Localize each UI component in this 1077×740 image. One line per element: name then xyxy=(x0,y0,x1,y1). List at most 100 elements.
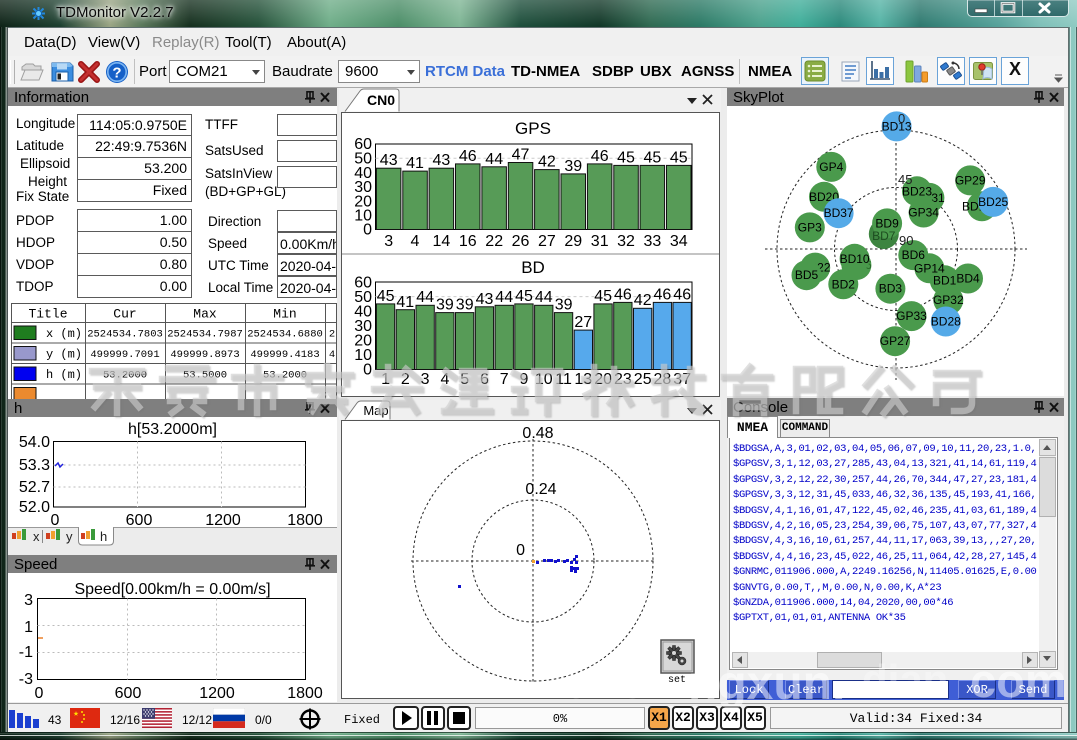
svg-text:34: 34 xyxy=(670,233,688,250)
svg-text:2524534.7803: 2524534.7803 xyxy=(87,329,163,341)
svg-text:1: 1 xyxy=(24,619,33,636)
svg-text:11: 11 xyxy=(555,371,572,388)
svg-text:0: 0 xyxy=(898,111,905,126)
svg-text:0: 0 xyxy=(363,362,372,379)
svg-text:43: 43 xyxy=(476,291,494,308)
svg-text:BD5: BD5 xyxy=(795,268,819,282)
svg-text:x (m): x (m) xyxy=(46,327,82,341)
svg-text:GP29: GP29 xyxy=(955,173,986,187)
svg-text:BD25: BD25 xyxy=(978,195,1008,209)
svg-text:39: 39 xyxy=(456,297,474,314)
svg-text:0: 0 xyxy=(35,685,44,702)
svg-text:53.3: 53.3 xyxy=(19,457,50,474)
svg-text:29: 29 xyxy=(564,233,582,250)
svg-text:41: 41 xyxy=(396,294,414,311)
svg-text:BD37: BD37 xyxy=(824,206,854,220)
svg-text:GP32: GP32 xyxy=(933,293,964,307)
svg-text:1800: 1800 xyxy=(287,685,323,702)
svg-text:-3: -3 xyxy=(19,671,33,688)
svg-text:45: 45 xyxy=(594,288,612,305)
svg-text:53.2000: 53.2000 xyxy=(263,370,307,382)
svg-text:4: 4 xyxy=(411,233,420,250)
svg-text:46: 46 xyxy=(654,287,672,304)
svg-text:y (m): y (m) xyxy=(46,348,82,362)
svg-text:46: 46 xyxy=(459,148,477,165)
svg-text:Max: Max xyxy=(193,307,217,322)
svg-text:1200: 1200 xyxy=(205,512,241,527)
svg-text:BD: BD xyxy=(521,258,545,277)
svg-text:GP33: GP33 xyxy=(896,309,927,323)
svg-text:Cur: Cur xyxy=(113,307,136,322)
svg-text:set: set xyxy=(668,675,686,686)
svg-text:3: 3 xyxy=(24,592,33,609)
svg-text:46: 46 xyxy=(673,287,691,304)
svg-text:BD4: BD4 xyxy=(956,272,980,286)
svg-text:h (m): h (m) xyxy=(46,368,82,382)
svg-text:42: 42 xyxy=(634,292,652,309)
svg-text:BD1: BD1 xyxy=(933,273,957,287)
svg-text:27: 27 xyxy=(538,233,556,250)
svg-text:44: 44 xyxy=(416,289,434,306)
svg-text:GP34: GP34 xyxy=(908,206,939,220)
svg-text:14: 14 xyxy=(433,233,451,250)
svg-text:1: 1 xyxy=(381,371,390,388)
svg-text:0: 0 xyxy=(363,222,372,239)
svg-text:?: ? xyxy=(112,65,121,82)
svg-text:4: 4 xyxy=(329,349,335,361)
svg-text:Map: Map xyxy=(363,403,388,418)
svg-text:2524534.7987: 2524534.7987 xyxy=(167,329,243,341)
svg-text:3: 3 xyxy=(384,233,393,250)
svg-text:GP27: GP27 xyxy=(880,334,911,348)
svg-text:7: 7 xyxy=(500,371,509,388)
svg-text:39: 39 xyxy=(555,297,573,314)
svg-text:43: 43 xyxy=(433,152,451,169)
svg-text:1200: 1200 xyxy=(199,685,235,702)
svg-text:GP3: GP3 xyxy=(798,220,822,234)
svg-text:GP4: GP4 xyxy=(819,160,843,174)
svg-text:27: 27 xyxy=(574,314,592,331)
svg-text:28: 28 xyxy=(654,371,672,388)
svg-text:2524534.6880: 2524534.6880 xyxy=(247,329,323,341)
svg-text:0: 0 xyxy=(51,512,60,527)
svg-text:-1: -1 xyxy=(19,644,33,661)
svg-text:20: 20 xyxy=(594,371,612,388)
svg-text:0.48: 0.48 xyxy=(522,425,553,442)
svg-text:47: 47 xyxy=(512,147,530,164)
svg-text:41: 41 xyxy=(406,155,424,172)
svg-text:16: 16 xyxy=(459,233,477,250)
svg-text:39: 39 xyxy=(436,297,454,314)
svg-text:0.24: 0.24 xyxy=(525,481,556,498)
svg-text:Title: Title xyxy=(28,307,67,322)
svg-text:BD10: BD10 xyxy=(840,252,870,266)
svg-text:600: 600 xyxy=(115,685,142,702)
svg-text:499999.7091: 499999.7091 xyxy=(90,349,159,361)
svg-text:44: 44 xyxy=(485,151,503,168)
svg-text:52.0: 52.0 xyxy=(19,499,50,516)
svg-text:0: 0 xyxy=(516,542,525,559)
svg-text:x: x xyxy=(33,529,40,544)
svg-text:499999.8973: 499999.8973 xyxy=(170,349,239,361)
svg-text:23: 23 xyxy=(614,371,632,388)
svg-text:2: 2 xyxy=(401,371,410,388)
svg-text:BD7: BD7 xyxy=(872,229,896,243)
svg-text:6: 6 xyxy=(480,371,489,388)
svg-text:31: 31 xyxy=(591,233,609,250)
svg-text:43: 43 xyxy=(380,152,398,169)
svg-text:499999.4183: 499999.4183 xyxy=(250,349,319,361)
svg-text:54.0: 54.0 xyxy=(19,434,50,451)
svg-text:10: 10 xyxy=(535,371,553,388)
svg-text:CN0: CN0 xyxy=(367,92,395,108)
svg-text:42: 42 xyxy=(538,154,556,171)
svg-text:37: 37 xyxy=(673,371,691,388)
svg-text:5: 5 xyxy=(460,371,469,388)
svg-text:BD13: BD13 xyxy=(882,119,912,133)
svg-text:90: 90 xyxy=(899,233,913,248)
svg-text:45: 45 xyxy=(644,150,662,167)
svg-text:3: 3 xyxy=(421,371,430,388)
svg-text:52.7: 52.7 xyxy=(19,479,50,496)
svg-text:33: 33 xyxy=(644,233,662,250)
svg-text:26: 26 xyxy=(512,233,530,250)
svg-text:BD3: BD3 xyxy=(879,282,903,296)
svg-text:45: 45 xyxy=(515,288,533,305)
svg-text:BD28: BD28 xyxy=(931,315,961,329)
